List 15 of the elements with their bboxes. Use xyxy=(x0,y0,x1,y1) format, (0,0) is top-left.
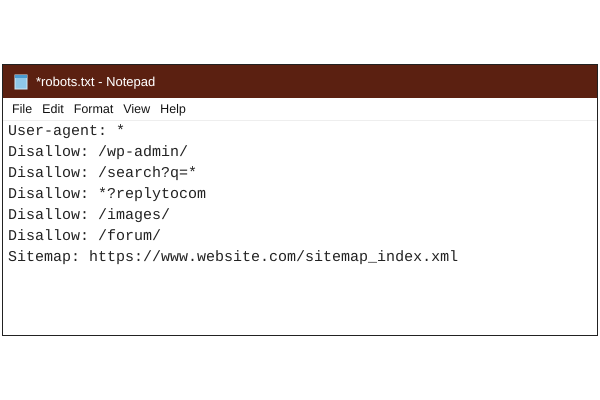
menu-item[interactable]: View xyxy=(118,102,156,116)
notepad-icon xyxy=(13,74,29,90)
menu-item[interactable]: Edit xyxy=(37,102,69,116)
text-line: Disallow: /search?q=* xyxy=(8,164,198,184)
text-line: Disallow: /wp-admin/ xyxy=(8,143,190,163)
menu-item[interactable]: Help xyxy=(155,102,191,116)
menu-item[interactable]: Format xyxy=(68,102,118,116)
text-line: Disallow: /images/ xyxy=(8,206,172,226)
text-line: Disallow: /forum/ xyxy=(8,227,162,247)
text-line: Disallow: *?replytocom xyxy=(8,185,208,205)
text-line: User-agent: * xyxy=(8,122,126,142)
window-title: *robots.txt - Notepad xyxy=(36,74,156,89)
menu-item[interactable]: File xyxy=(7,102,38,116)
text-editor[interactable]: User-agent: * Disallow: /wp-admin/ Disallow: /search?q=* Disallow: *?replytocom Disallow: /images/ Disallow: /forum/ Sitemap: https://www.website.com/sitemap_index.xml xyxy=(3,121,597,335)
text-line: Sitemap: https://www.website.com/sitemap_index.xml xyxy=(8,248,460,268)
